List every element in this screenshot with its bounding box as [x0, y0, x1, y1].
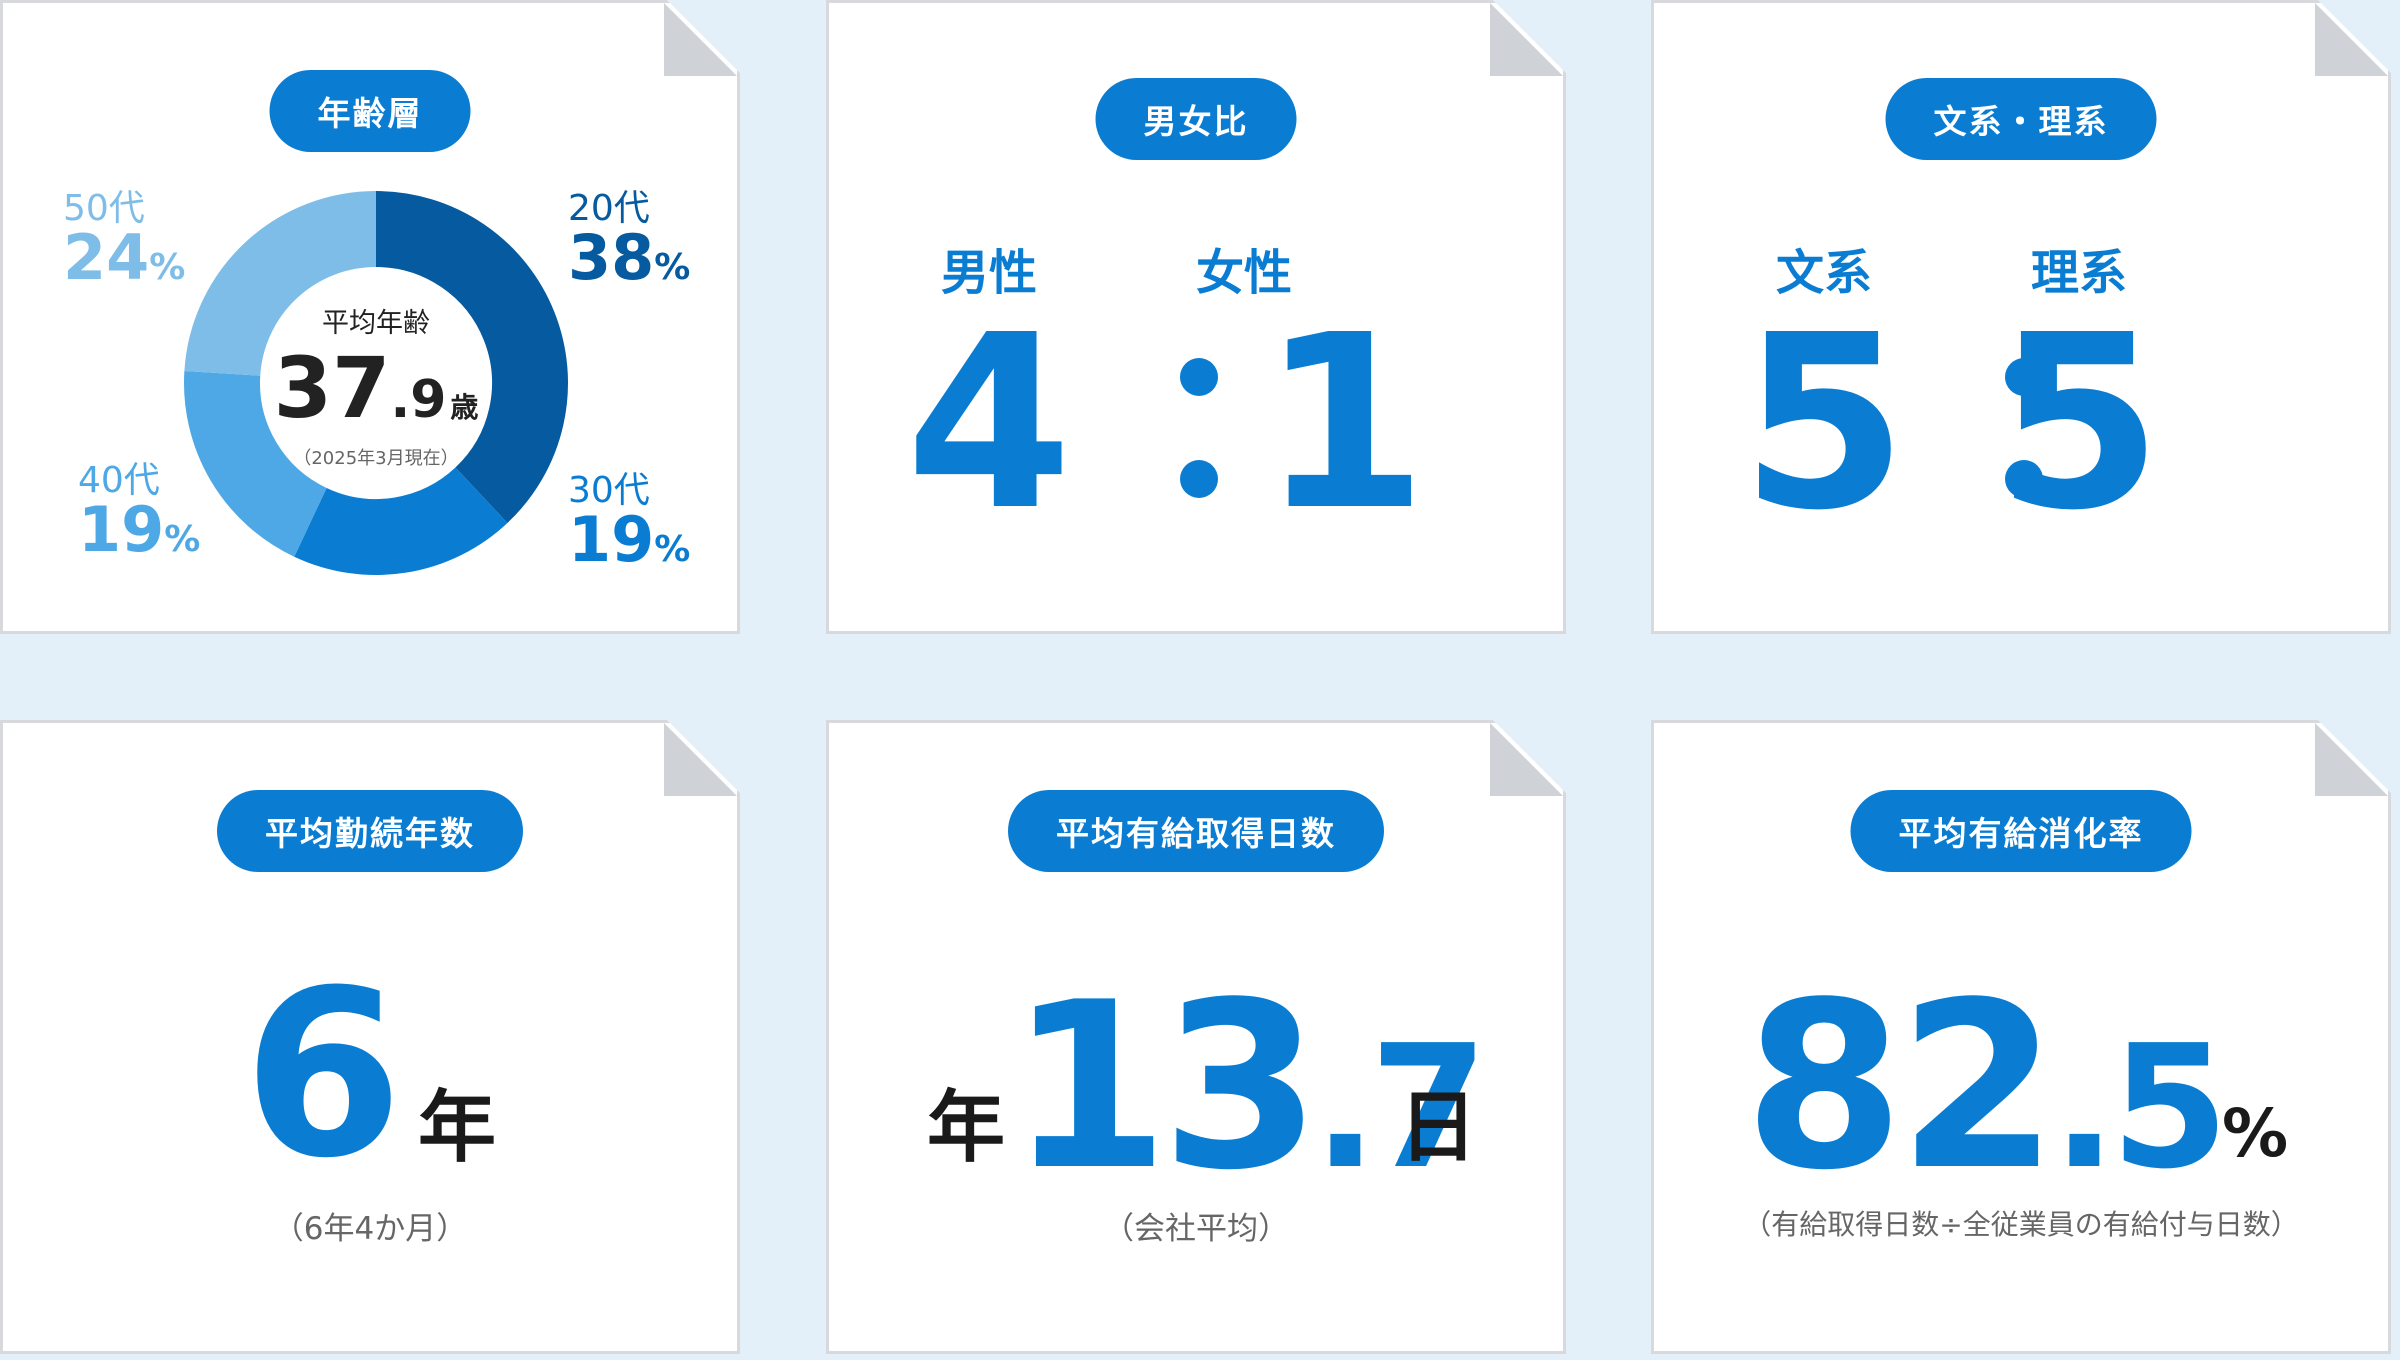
leave-rate-int: 82: [1744, 954, 2053, 1221]
female-ratio-value: 1: [1260, 283, 1428, 563]
card-title: 平均有給取得日数: [1008, 790, 1384, 872]
page-fold: [664, 723, 737, 796]
leave-rate-note: （有給取得日数÷全従業員の有給付与日数）: [1743, 1208, 2299, 1241]
card-title: 文系・理系: [1886, 78, 2157, 160]
major-ratio-card: 文系・理系 文系 理系 5 5: [1651, 0, 2391, 634]
segment-label-30s: 30代 19%: [568, 473, 690, 571]
ratio-colon: [1180, 358, 1218, 498]
segment-value: 38: [568, 221, 655, 294]
gender-ratio-card: 男女比 男性 女性 4 1: [826, 0, 1566, 634]
average-age-value: 37.9 歳: [256, 346, 496, 430]
male-ratio-value: 4: [905, 283, 1073, 563]
leave-days-prefix: 年: [927, 1083, 1006, 1173]
leave-days-int: 13: [1009, 954, 1314, 1221]
segment-unit: %: [149, 247, 186, 288]
leave-rate-card: 平均有給消化率 82.5 % （有給取得日数÷全従業員の有給付与日数）: [1651, 720, 2391, 1354]
segment-label-50s: 50代 24%: [63, 191, 185, 289]
science-ratio-value: 5: [1995, 283, 2163, 563]
segment-value: 24: [63, 221, 150, 294]
tenure-unit: 年: [418, 1083, 497, 1173]
leave-rate-value: 82.5: [1744, 973, 2223, 1203]
humanities-ratio-value: 5: [1740, 283, 1908, 563]
average-age-dec: .9: [390, 370, 447, 430]
leave-days-unit: 日: [1399, 1083, 1478, 1173]
leave-rate-unit: %: [2222, 1095, 2289, 1172]
segment-unit: %: [654, 247, 691, 288]
segment-unit: %: [654, 529, 691, 570]
leave-days-card: 平均有給取得日数 年 13.7 日 （会社平均）: [826, 720, 1566, 1354]
page-fold: [1490, 723, 1563, 796]
page-fold: [2315, 723, 2388, 796]
segment-label-20s: 20代 38%: [568, 191, 690, 289]
average-age-unit: 歳: [450, 391, 479, 424]
donut-center: 平均年齢 37.9 歳 （2025年3月現在）: [256, 301, 496, 470]
average-age-note: （2025年3月現在）: [293, 448, 459, 469]
tenure-value: 6: [243, 942, 404, 1209]
card-title: 平均勤続年数: [217, 790, 523, 872]
segment-value: 19: [78, 493, 165, 566]
segment-value: 19: [568, 503, 655, 576]
leave-rate-dec: .5: [2052, 1009, 2223, 1207]
page-fold: [1490, 3, 1563, 76]
segment-unit: %: [164, 519, 201, 560]
average-age-label: 平均年齢: [322, 308, 430, 339]
segment-label-40s: 40代 19%: [78, 463, 200, 561]
tenure-card: 平均勤続年数 6 年 （6年4か月）: [0, 720, 740, 1354]
average-age-int: 37: [273, 339, 391, 437]
card-title: 男女比: [1096, 78, 1297, 160]
donut-segment-30代: [310, 495, 481, 537]
leave-days-note: （会社平均）: [1103, 1211, 1289, 1247]
tenure-note: （6年4か月）: [272, 1211, 468, 1247]
age-card: 年齢層 平均年齢 37.9 歳 （2025年3月現在） 20代 38% 30代 1…: [0, 0, 740, 634]
card-title: 平均有給消化率: [1851, 790, 2192, 872]
page-fold: [2315, 3, 2388, 76]
